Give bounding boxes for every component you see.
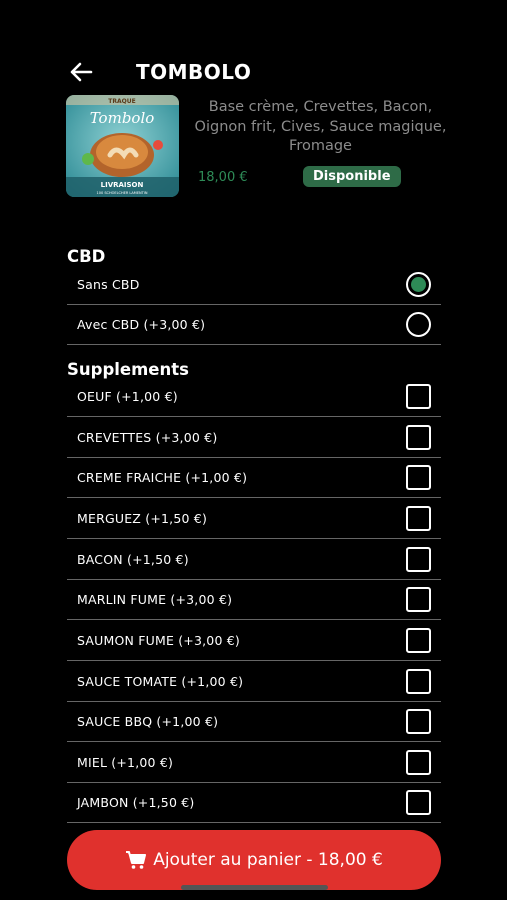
checkbox-icon[interactable] <box>406 669 431 694</box>
option-label: MARLIN FUME (+3,00 €) <box>77 592 233 607</box>
checkbox-icon[interactable] <box>406 709 431 734</box>
checkbox-icon[interactable] <box>406 587 431 612</box>
home-indicator <box>181 885 328 890</box>
product-image: TRAQUE Tombolo LIVRAISON 100 SCHOELCHER … <box>66 95 179 197</box>
option-label: MERGUEZ (+1,50 €) <box>77 511 208 526</box>
image-sub-text: 100 SCHOELCHER LAMENTIN <box>97 191 148 195</box>
radio-selected-icon[interactable] <box>406 272 431 297</box>
option-label: BACON (+1,50 €) <box>77 552 189 567</box>
checkbox-icon[interactable] <box>406 547 431 572</box>
supplement-row-sauce-bbq[interactable]: SAUCE BBQ (+1,00 €) <box>67 702 441 742</box>
arrow-left-icon[interactable] <box>66 57 96 87</box>
product-description: Base crème, Crevettes, Bacon, Oignon fri… <box>194 99 447 154</box>
supplement-row-bacon[interactable]: BACON (+1,50 €) <box>67 540 441 580</box>
cbd-section-title: CBD <box>67 247 106 266</box>
availability-badge: Disponible <box>303 166 401 187</box>
supplement-row-saumon-fume[interactable]: SAUMON FUME (+3,00 €) <box>67 621 441 661</box>
checkbox-icon[interactable] <box>406 384 431 409</box>
option-label: CREVETTES (+3,00 €) <box>77 430 218 445</box>
supplement-row-marlin-fume[interactable]: MARLIN FUME (+3,00 €) <box>67 580 441 620</box>
supplement-row-oeuf[interactable]: OEUF (+1,00 €) <box>67 377 441 417</box>
image-brand-text: TRAQUE <box>108 98 135 105</box>
add-to-cart-label: Ajouter au panier - 18,00 € <box>153 850 383 870</box>
option-label: Sans CBD <box>77 277 140 292</box>
image-title-text: Tombolo <box>90 109 155 127</box>
supplement-row-merguez[interactable]: MERGUEZ (+1,50 €) <box>67 499 441 539</box>
cart-icon <box>125 850 147 870</box>
add-to-cart-button[interactable]: Ajouter au panier - 18,00 € <box>67 830 441 890</box>
radio-unselected-icon[interactable] <box>406 312 431 337</box>
option-label: Avec CBD (+3,00 €) <box>77 317 206 332</box>
supplement-row-sauce-tomate[interactable]: SAUCE TOMATE (+1,00 €) <box>67 662 441 702</box>
cbd-option-avec[interactable]: Avec CBD (+3,00 €) <box>67 305 441 345</box>
cbd-option-sans[interactable]: Sans CBD <box>67 265 441 305</box>
header: TOMBOLO <box>66 52 467 92</box>
product-price: 18,00 € <box>198 170 248 185</box>
product-card: TRAQUE Tombolo LIVRAISON 100 SCHOELCHER … <box>66 95 446 200</box>
supplement-row-jambon[interactable]: JAMBON (+1,50 €) <box>67 783 441 823</box>
option-label: SAUMON FUME (+3,00 €) <box>77 633 240 648</box>
checkbox-icon[interactable] <box>406 628 431 653</box>
option-label: OEUF (+1,00 €) <box>77 389 178 404</box>
image-delivery-text: LIVRAISON <box>101 181 144 189</box>
supplement-row-creme-fraiche[interactable]: CREME FRAICHE (+1,00 €) <box>67 458 441 498</box>
option-label: SAUCE BBQ (+1,00 €) <box>77 714 219 729</box>
checkbox-icon[interactable] <box>406 506 431 531</box>
supplement-row-crevettes[interactable]: CREVETTES (+3,00 €) <box>67 418 441 458</box>
option-label: SAUCE TOMATE (+1,00 €) <box>77 674 244 689</box>
page-title: TOMBOLO <box>136 60 252 84</box>
option-label: JAMBON (+1,50 €) <box>77 795 195 810</box>
option-label: MIEL (+1,00 €) <box>77 755 174 770</box>
option-label: CREME FRAICHE (+1,00 €) <box>77 470 248 485</box>
checkbox-icon[interactable] <box>406 465 431 490</box>
checkbox-icon[interactable] <box>406 790 431 815</box>
checkbox-icon[interactable] <box>406 425 431 450</box>
supplement-row-miel[interactable]: MIEL (+1,00 €) <box>67 743 441 783</box>
checkbox-icon[interactable] <box>406 750 431 775</box>
